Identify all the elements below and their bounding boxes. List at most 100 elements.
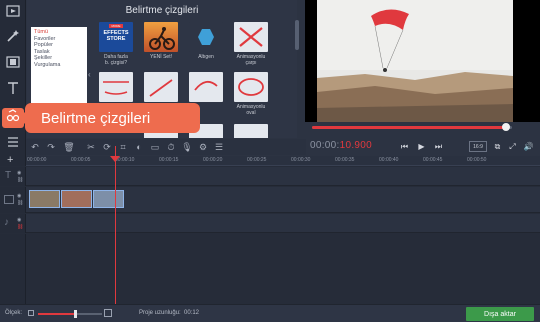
video-track[interactable] <box>26 187 540 213</box>
music-note-icon: ♪ <box>4 217 9 228</box>
callout-thumbnail[interactable] <box>234 124 268 138</box>
category-item[interactable]: Vurgulama <box>34 62 84 69</box>
hexagon-shape <box>198 29 214 45</box>
audio-track[interactable] <box>26 214 540 233</box>
rotate-icon[interactable]: ⟳ <box>100 140 114 154</box>
play-icon[interactable]: ▶ <box>415 140 428 153</box>
film-strip-icon <box>6 55 20 74</box>
thumbnail-label: Daha fazla b. çizgisi? <box>104 54 128 66</box>
titles-tool-button[interactable] <box>3 80 23 100</box>
callout-thumbnail[interactable] <box>144 72 178 102</box>
track-lock-icon[interactable]: ⛓ <box>17 200 23 206</box>
list-icon <box>6 135 20 154</box>
status-bar: Ölçek: Proje uzunluğu: 00:12 Dışa aktar <box>0 304 540 322</box>
preview-scrubber[interactable] <box>312 123 512 131</box>
aspect-ratio-button[interactable]: 16:9 <box>469 141 487 152</box>
undo-icon[interactable]: ↶ <box>28 140 42 154</box>
timeline-ruler[interactable]: 00:00:00 00:00:05 00:00:10 00:00:15 00:0… <box>26 156 540 166</box>
video-clip[interactable] <box>61 190 92 208</box>
zoom-out-icon[interactable] <box>28 310 34 316</box>
transitions-tool-button[interactable] <box>3 54 23 74</box>
cut-icon[interactable]: ✂ <box>84 140 98 154</box>
category-item[interactable]: Favoriler <box>34 36 84 43</box>
video-clip[interactable] <box>93 190 124 208</box>
speed-icon[interactable]: ⏱ <box>164 140 178 154</box>
ruler-label: 00:00:30 <box>291 157 311 163</box>
callout-thumbnail[interactable] <box>189 72 223 102</box>
thumbnail-label: Animasyonlu oval <box>236 104 266 116</box>
film-import-icon <box>6 4 20 23</box>
video-clip[interactable] <box>29 190 60 208</box>
panel-scrollbar[interactable] <box>295 20 299 50</box>
redo-icon[interactable]: ↷ <box>44 140 58 154</box>
more-badge: MORE <box>109 24 123 28</box>
callout-thumbnail[interactable] <box>144 22 178 52</box>
callout-shapes-icon <box>6 108 20 128</box>
fullscreen-icon[interactable]: ⤢ <box>506 140 519 153</box>
collapse-list-chevron-icon[interactable]: ‹ <box>88 70 91 79</box>
timecode: 00:00:10.900 <box>310 140 372 151</box>
callout-thumbnail[interactable]: MORE EFFECTS STORE <box>99 22 133 52</box>
project-length-value: 00:12 <box>184 310 200 316</box>
track-visibility-icon[interactable]: ◉ <box>17 170 21 176</box>
text-track[interactable] <box>26 167 540 186</box>
ruler-label: 00:00:00 <box>27 157 47 163</box>
category-item[interactable]: Popüler <box>34 42 84 49</box>
detach-preview-icon[interactable]: ⧉ <box>491 140 504 153</box>
video-track-icon <box>4 195 14 204</box>
callout-thumbnail[interactable] <box>234 72 268 102</box>
magic-wand-icon <box>6 29 20 48</box>
audio-track-head: ♪ ◉ ⛓ <box>0 214 26 233</box>
track-visibility-icon[interactable]: ◉ <box>17 217 21 223</box>
text-t-icon <box>6 81 20 100</box>
volume-icon[interactable]: 🔊 <box>522 140 535 153</box>
scrubber-progress <box>312 126 506 129</box>
scale-slider-knob[interactable] <box>74 310 78 318</box>
import-tool-button[interactable] <box>3 3 23 23</box>
track-visibility-icon[interactable]: ◉ <box>17 193 21 199</box>
video-preview[interactable] <box>305 0 540 122</box>
callout-thumbnail[interactable] <box>189 22 223 52</box>
oval-shape <box>238 78 264 96</box>
category-item[interactable]: Şekiller <box>34 55 84 62</box>
add-track-plus-icon[interactable]: + <box>7 154 13 166</box>
equalizer-icon[interactable]: ☰ <box>212 140 226 154</box>
previous-frame-icon[interactable]: ⏮ <box>398 140 411 153</box>
video-track-head: ◉ ⛓ <box>0 187 26 213</box>
settings-gear-icon[interactable]: ⚙ <box>196 140 210 154</box>
empty-timeline-area[interactable] <box>26 234 540 304</box>
player-controls: 00:00:10.900 ⏮ ▶ ⏭ 16:9 ⧉ ⤢ 🔊 <box>305 139 540 155</box>
cross-shape <box>239 27 263 47</box>
export-button[interactable]: Dışa aktar <box>466 307 534 321</box>
callout-thumbnail[interactable] <box>234 22 268 52</box>
thumbnail-label: Altıgen <box>198 54 214 60</box>
zoom-in-icon[interactable] <box>104 309 112 317</box>
ruler-label: 00:00:25 <box>247 157 267 163</box>
thumbnail-label: Animasyonlu çarpı <box>236 54 266 66</box>
track-lock-icon[interactable]: ⛓ <box>17 177 23 183</box>
project-length-label: Proje uzunluğu: <box>139 310 181 316</box>
clip-properties-icon[interactable]: ▭ <box>148 140 162 154</box>
scrubber-knob[interactable] <box>502 123 510 131</box>
color-adjust-icon[interactable]: ◐ <box>132 140 146 154</box>
ruler-label: 00:00:45 <box>423 157 443 163</box>
next-frame-icon[interactable]: ⏭ <box>432 140 445 153</box>
add-track-head: + <box>0 154 26 166</box>
scale-slider[interactable] <box>38 310 102 318</box>
playhead-line[interactable] <box>115 146 116 304</box>
preview-image <box>305 0 540 122</box>
callout-thumbnail[interactable] <box>99 72 133 102</box>
delete-icon[interactable]: 🗑 <box>62 140 76 154</box>
microphone-icon[interactable]: 🎙 <box>180 140 194 154</box>
effects-store-text: EFFECTS STORE <box>103 30 129 42</box>
track-mute-icon[interactable]: ⛓ <box>17 224 23 230</box>
category-item[interactable]: Taslak <box>34 49 84 56</box>
more-tools-button[interactable] <box>3 134 23 154</box>
playhead-marker[interactable] <box>110 156 120 162</box>
category-item[interactable]: Tümü <box>34 29 84 36</box>
arrow-shape <box>149 79 173 97</box>
crop-icon[interactable]: ⌗ <box>116 140 130 154</box>
timecode-value: 10.900 <box>339 140 372 151</box>
text-track-icon: T <box>5 170 12 181</box>
filters-tool-button[interactable] <box>3 28 23 48</box>
